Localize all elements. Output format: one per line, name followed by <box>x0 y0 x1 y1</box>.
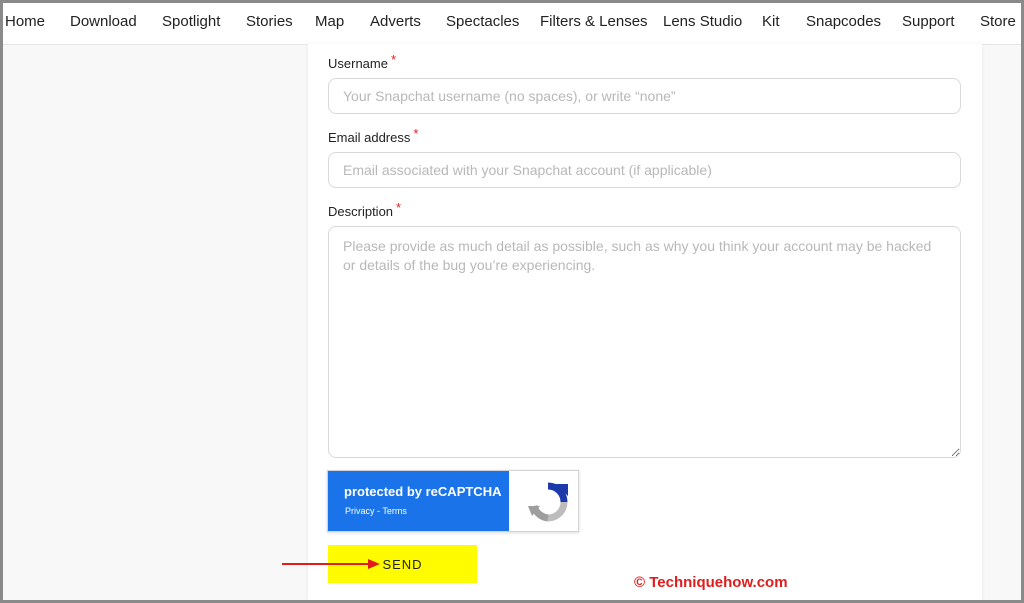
email-input[interactable] <box>328 152 961 188</box>
recaptcha-terms-link[interactable]: Terms <box>382 506 407 516</box>
nav-lens-studio[interactable]: Lens Studio <box>663 13 742 30</box>
nav-store[interactable]: Store <box>980 13 1016 30</box>
red-arrow-icon <box>282 559 380 569</box>
watermark-text: © Techniquehow.com <box>634 574 788 591</box>
nav-download[interactable]: Download <box>70 13 137 30</box>
username-input[interactable] <box>328 78 961 114</box>
username-label: Username * <box>328 52 396 71</box>
nav-support[interactable]: Support <box>902 13 955 30</box>
username-label-text: Username <box>328 56 388 71</box>
nav-kit[interactable]: Kit <box>762 13 780 30</box>
nav-adverts[interactable]: Adverts <box>370 13 421 30</box>
required-marker: * <box>390 52 397 67</box>
top-navigation: Home Download Spotlight Stories Map Adve… <box>0 0 1024 45</box>
recaptcha-privacy-link[interactable]: Privacy <box>345 506 375 516</box>
email-label-text: Email address <box>328 130 411 145</box>
nav-snapcodes[interactable]: Snapcodes <box>806 13 881 30</box>
recaptcha-badge: protected by reCAPTCHA Privacy - Terms <box>328 471 509 531</box>
recaptcha-links: Privacy - Terms <box>345 506 407 516</box>
required-marker: * <box>413 126 419 141</box>
recaptcha-logo-icon <box>528 482 568 522</box>
nav-filters-lenses[interactable]: Filters & Lenses <box>540 13 648 30</box>
description-label: Description * <box>328 200 401 219</box>
email-label: Email address * <box>328 126 418 145</box>
nav-map[interactable]: Map <box>315 13 344 30</box>
nav-home[interactable]: Home <box>5 13 45 30</box>
nav-spectacles[interactable]: Spectacles <box>446 13 519 30</box>
nav-stories[interactable]: Stories <box>246 13 293 30</box>
nav-spotlight[interactable]: Spotlight <box>162 13 220 30</box>
required-marker: * <box>396 200 402 215</box>
recaptcha-title: protected by reCAPTCHA <box>344 484 502 499</box>
description-label-text: Description <box>328 204 394 219</box>
recaptcha-widget[interactable]: protected by reCAPTCHA Privacy - Terms <box>327 470 579 532</box>
description-textarea[interactable] <box>328 226 961 458</box>
